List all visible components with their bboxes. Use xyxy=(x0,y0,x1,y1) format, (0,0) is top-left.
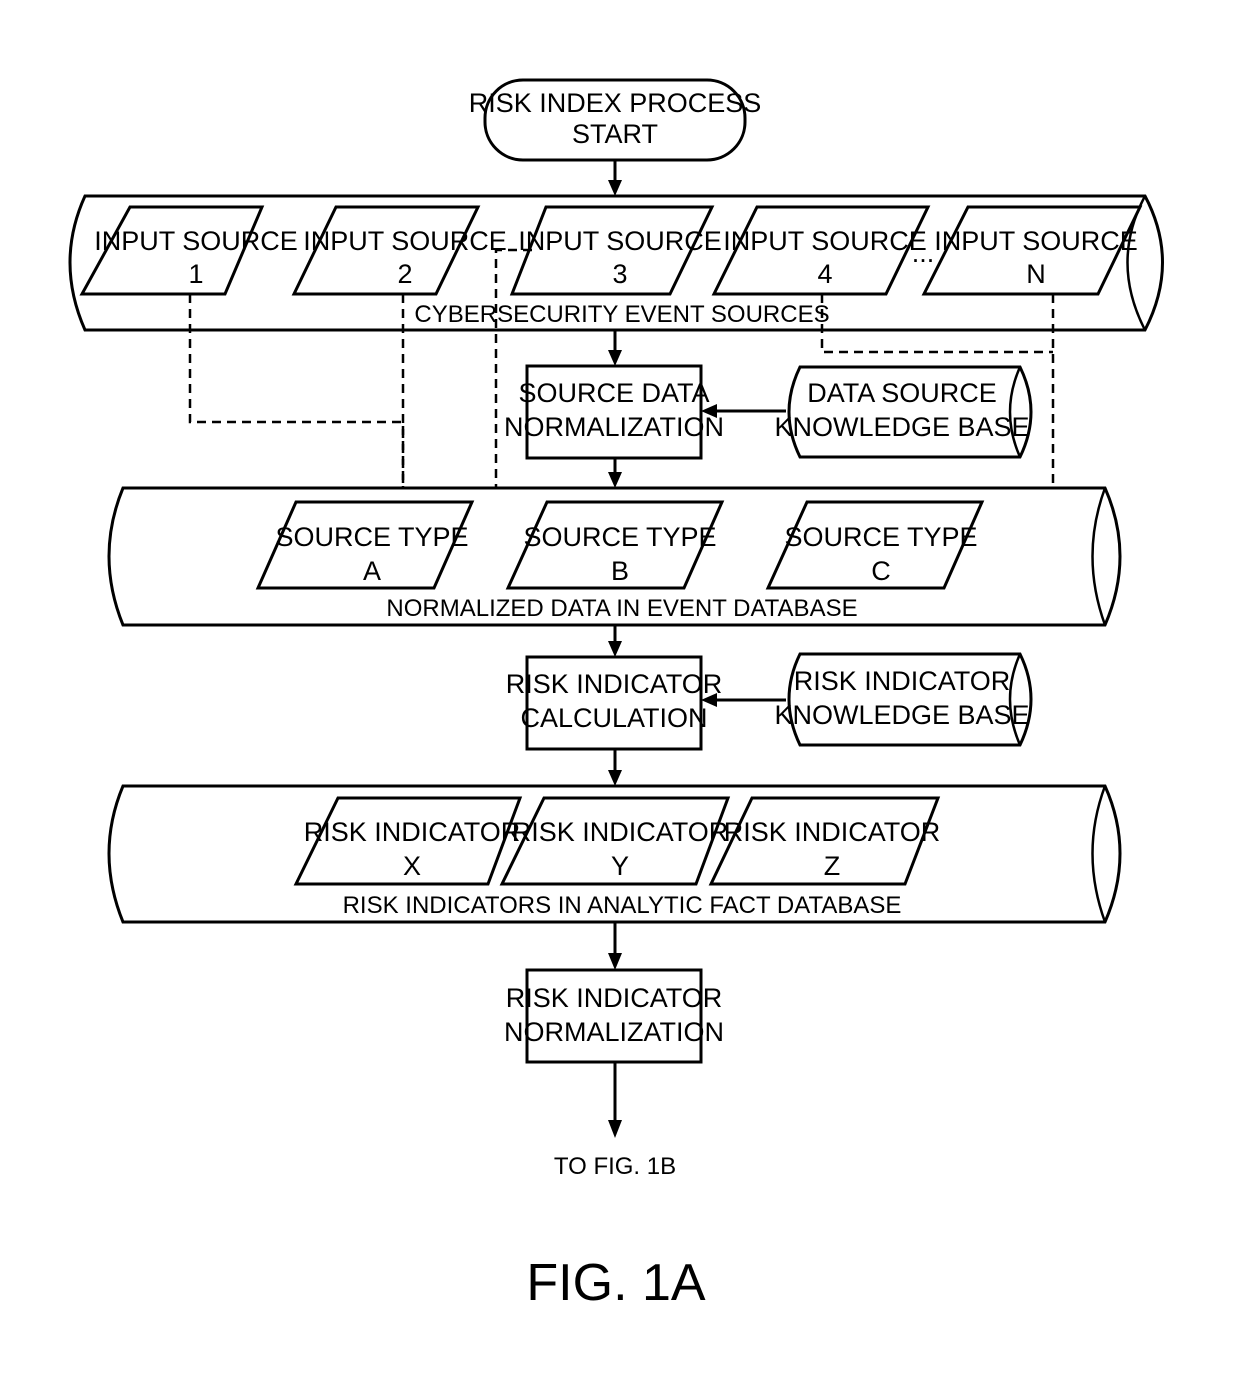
indicator-calc-line2: CALCULATION xyxy=(520,703,707,733)
continuation-label: TO FIG. 1B xyxy=(554,1153,676,1180)
risk-indicator-knowledge-base: RISK INDICATOR KNOWLEDGE BASE xyxy=(774,652,1033,747)
source-type-a-letter: A xyxy=(363,556,381,586)
risk-index-flowchart: RISK INDEX PROCESS START CYBERSECURITY E… xyxy=(68,78,1164,1312)
arrow-calculation-to-fact-db xyxy=(608,749,622,786)
risk-indicator-calculation-process: RISK INDICATOR CALCULATION xyxy=(506,655,723,751)
event-database-label: NORMALIZED DATA IN EVENT DATABASE xyxy=(386,595,857,622)
indicator-kb-line2: KNOWLEDGE BASE xyxy=(774,700,1029,730)
source-type-b-label: SOURCE TYPE xyxy=(523,522,716,552)
risk-indicator-x-label: RISK INDICATOR xyxy=(304,817,521,847)
risk-indicator-x-letter: X xyxy=(403,851,421,881)
figure-label: FIG. 1A xyxy=(526,1254,705,1312)
risk-indicator-z: RISK INDICATOR Z xyxy=(708,796,941,886)
source-type-c-letter: C xyxy=(871,556,891,586)
input-source-2-label: INPUT SOURCE xyxy=(303,226,507,256)
data-source-kb-line1: DATA SOURCE xyxy=(807,378,997,408)
fact-database-label: RISK INDICATORS IN ANALYTIC FACT DATABAS… xyxy=(343,892,902,919)
indicator-calc-line1: RISK INDICATOR xyxy=(506,669,723,699)
risk-indicator-y-letter: Y xyxy=(611,851,629,881)
indicator-kb-line1: RISK INDICATOR xyxy=(794,666,1011,696)
start-terminator: RISK INDEX PROCESS START xyxy=(469,78,762,162)
source-data-normalization-process: SOURCE DATA NORMALIZATION xyxy=(504,364,724,460)
arrow-sources-to-normalization xyxy=(608,330,622,366)
risk-indicator-y-label: RISK INDICATOR xyxy=(512,817,729,847)
input-source-3-label: INPUT SOURCE xyxy=(518,226,722,256)
input-source-4-number: 4 xyxy=(817,259,832,289)
arrow-start-to-sources xyxy=(608,160,622,196)
source-normalization-line2: NORMALIZATION xyxy=(504,412,724,442)
arrow-to-continuation xyxy=(608,1062,622,1138)
source-type-b-letter: B xyxy=(611,556,629,586)
data-source-kb-line2: KNOWLEDGE BASE xyxy=(774,412,1029,442)
source-type-c: SOURCE TYPE C xyxy=(765,500,985,590)
start-line1: RISK INDEX PROCESS xyxy=(469,88,762,118)
source-type-a: SOURCE TYPE A xyxy=(255,500,475,590)
source-type-b: SOURCE TYPE B xyxy=(505,500,725,590)
arrow-kb-to-normalization xyxy=(701,404,786,418)
arrow-kb-to-calculation xyxy=(701,693,786,707)
indicator-norm-line2: NORMALIZATION xyxy=(504,1017,724,1047)
arrow-fact-db-to-normalization xyxy=(608,922,622,970)
data-source-knowledge-base: DATA SOURCE KNOWLEDGE BASE xyxy=(774,365,1033,459)
arrow-normalization-to-event-db xyxy=(608,458,622,488)
start-line2: START xyxy=(572,119,658,149)
input-source-1-label: INPUT SOURCE xyxy=(94,226,298,256)
risk-indicator-z-label: RISK INDICATOR xyxy=(724,817,941,847)
input-source-n-number: N xyxy=(1026,259,1046,289)
input-source-4-label: INPUT SOURCE xyxy=(723,226,927,256)
indicator-norm-line1: RISK INDICATOR xyxy=(506,983,723,1013)
source-normalization-line1: SOURCE DATA xyxy=(518,378,709,408)
source-type-c-label: SOURCE TYPE xyxy=(784,522,977,552)
input-source-n-label: INPUT SOURCE xyxy=(934,226,1138,256)
source-type-a-label: SOURCE TYPE xyxy=(275,522,468,552)
input-source-3-number: 3 xyxy=(612,259,627,289)
ellipsis: ... xyxy=(912,238,935,268)
input-source-2-number: 2 xyxy=(397,259,412,289)
event-sources-label: CYBERSECURITY EVENT SOURCES xyxy=(414,301,829,328)
risk-indicator-z-letter: Z xyxy=(824,851,841,881)
input-source-1-number: 1 xyxy=(188,259,203,289)
arrow-event-db-to-calculation xyxy=(608,625,622,657)
risk-indicator-normalization-process: RISK INDICATOR NORMALIZATION xyxy=(504,968,724,1064)
